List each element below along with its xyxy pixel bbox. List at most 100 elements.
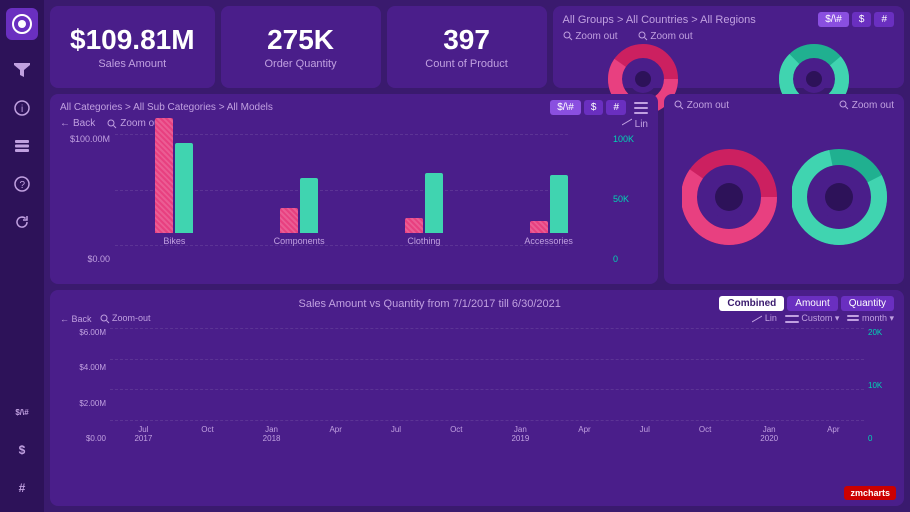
donut-chart-3: [682, 137, 777, 257]
middle-y-axis: $100.00M $0.00: [60, 134, 115, 264]
middle-dollar-hash-btn[interactable]: $/\#: [550, 100, 581, 115]
bottom-back-zoom: ← Back Zoom-out: [60, 313, 151, 324]
right-zoom-2: Zoom out: [638, 31, 693, 42]
x-label-jul18: Jul: [391, 425, 401, 443]
hash-sidebar-icon[interactable]: #: [6, 472, 38, 504]
x-label-jan20: Jan 2020: [760, 425, 778, 443]
x-label-apr20: Apr: [827, 425, 839, 443]
clothing-qty-bar: [425, 173, 443, 233]
bar-pair-components: [280, 178, 318, 233]
bar-pair-bikes: [155, 118, 193, 233]
bar-pair-clothing: [405, 173, 443, 233]
logo-icon[interactable]: [6, 8, 38, 40]
right-breadcrumb: All Groups > All Countries > All Regions: [563, 14, 756, 26]
middle-y2-axis: 100K 50K 0: [608, 134, 648, 264]
right-dollar-hash-btn[interactable]: $/\#: [818, 12, 849, 27]
bottom-y-left: $6.00M $4.00M $2.00M $0.00: [60, 328, 110, 443]
sales-amount-label: Sales Amount: [98, 58, 166, 70]
middle-back-btn[interactable]: ← Back: [60, 118, 95, 129]
donut-chart-4: [792, 137, 887, 257]
bar-group-bikes: Bikes: [115, 118, 234, 246]
accessories-amount-bar: [530, 221, 548, 233]
middle-btn-group: $/\# $ #: [550, 100, 626, 115]
svg-text:i: i: [21, 104, 23, 115]
bottom-zoom-btn[interactable]: Zoom-out: [100, 313, 151, 324]
quantity-btn[interactable]: Quantity: [841, 296, 894, 311]
bottom-lin-btn[interactable]: Lin: [752, 313, 777, 324]
combined-btn[interactable]: Combined: [719, 296, 784, 311]
middle-hash-btn[interactable]: #: [606, 100, 626, 115]
bikes-label: Bikes: [163, 236, 185, 246]
middle-lin-btn[interactable]: Lin: [622, 117, 648, 130]
bottom-month-btn[interactable]: month ▾: [847, 313, 894, 324]
filter-icon[interactable]: [6, 54, 38, 86]
bars-container: Bikes Components: [115, 134, 608, 246]
sales-amount-card: $109.81M Sales Amount: [50, 6, 215, 88]
middle-row: All Categories > All Sub Categories > Al…: [50, 94, 904, 284]
right-mini-panel: Zoom out Zoom out: [664, 94, 904, 284]
bottom-chart-panel: Sales Amount vs Quantity from 7/1/2017 t…: [50, 290, 904, 506]
bottom-chart-area: $6.00M $4.00M $2.00M $0.00: [60, 328, 894, 443]
x-label-oct: Oct: [201, 425, 213, 443]
sidebar: i ? $/\# $ #: [0, 0, 44, 512]
middle-dollar-btn[interactable]: $: [584, 100, 604, 115]
count-product-card: 397 Count of Product: [387, 6, 547, 88]
bottom-bars-row: [110, 328, 864, 421]
refresh-icon[interactable]: [6, 206, 38, 238]
bottom-back-btn[interactable]: ← Back: [60, 314, 92, 324]
right-hash-btn[interactable]: #: [874, 12, 894, 27]
dollar-hash-sidebar-icon[interactable]: $/\#: [6, 396, 38, 428]
middle-panel-header: All Categories > All Sub Categories > Al…: [60, 100, 648, 115]
bar-pair-accessories: [530, 175, 568, 233]
components-qty-bar: [300, 178, 318, 233]
sales-amount-value: $109.81M: [70, 24, 195, 56]
x-label-jan19: Jan 2019: [511, 425, 529, 443]
right-panel: All Groups > All Countries > All Regions…: [553, 6, 904, 88]
middle-breadcrumb: All Categories > All Sub Categories > Al…: [60, 102, 273, 113]
bottom-y-right: 20K 10K 0: [864, 328, 894, 443]
components-label: Components: [274, 236, 325, 246]
zmcharts-badge: zmcharts: [844, 486, 896, 500]
right-dollar-btn[interactable]: $: [852, 12, 872, 27]
bottom-custom-btn[interactable]: Custom ▾: [785, 313, 840, 324]
middle-panel-actions: $/\# $ #: [550, 100, 648, 115]
info-icon[interactable]: i: [6, 92, 38, 124]
svg-text:?: ?: [20, 180, 26, 191]
right-zoom-1: Zoom out: [563, 31, 618, 42]
components-amount-bar: [280, 208, 298, 233]
bottom-x-labels: Jul 2017 Oct Jan 2018 Apr Jul: [110, 425, 864, 443]
count-product-value: 397: [443, 24, 490, 56]
right-btn-group: $/\# $ #: [818, 12, 894, 27]
x-label-apr19: Apr: [578, 425, 590, 443]
bottom-subheader: ← Back Zoom-out Lin Custom ▾ month ▾: [60, 313, 894, 324]
x-label-apr18: Apr: [329, 425, 341, 443]
count-product-label: Count of Product: [425, 58, 508, 70]
dollar-sidebar-icon[interactable]: $: [6, 434, 38, 466]
middle-chart-panel: All Categories > All Sub Categories > Al…: [50, 94, 658, 284]
bottom-header: Sales Amount vs Quantity from 7/1/2017 t…: [60, 296, 894, 311]
bar-group-clothing: Clothing: [365, 173, 484, 246]
bottom-right-controls: Lin Custom ▾ month ▾: [752, 313, 894, 324]
x-label-jul: Jul 2017: [134, 425, 152, 443]
layers-icon[interactable]: [6, 130, 38, 162]
bikes-qty-bar: [175, 143, 193, 233]
main-content: $109.81M Sales Amount 275K Order Quantit…: [44, 0, 910, 512]
bar-group-components: Components: [240, 178, 359, 246]
order-quantity-value: 275K: [267, 24, 334, 56]
x-label-jan18: Jan 2018: [263, 425, 281, 443]
bar-group-accessories: Accessories: [489, 175, 608, 246]
clothing-label: Clothing: [407, 236, 440, 246]
accessories-label: Accessories: [524, 236, 573, 246]
right-zoom-row: Zoom out Zoom out: [563, 31, 894, 42]
x-label-oct18: Oct: [450, 425, 462, 443]
bottom-btn-group: Combined Amount Quantity: [719, 296, 894, 311]
top-row: $109.81M Sales Amount 275K Order Quantit…: [50, 6, 904, 88]
amount-btn[interactable]: Amount: [787, 296, 837, 311]
x-label-oct19: Oct: [699, 425, 711, 443]
order-quantity-label: Order Quantity: [264, 58, 336, 70]
clothing-amount-bar: [405, 218, 423, 233]
bottom-chart-title: Sales Amount vs Quantity from 7/1/2017 t…: [140, 298, 719, 310]
bikes-amount-bar: [155, 118, 173, 233]
right-panel-header: All Groups > All Countries > All Regions…: [563, 12, 894, 27]
help-icon[interactable]: ?: [6, 168, 38, 200]
